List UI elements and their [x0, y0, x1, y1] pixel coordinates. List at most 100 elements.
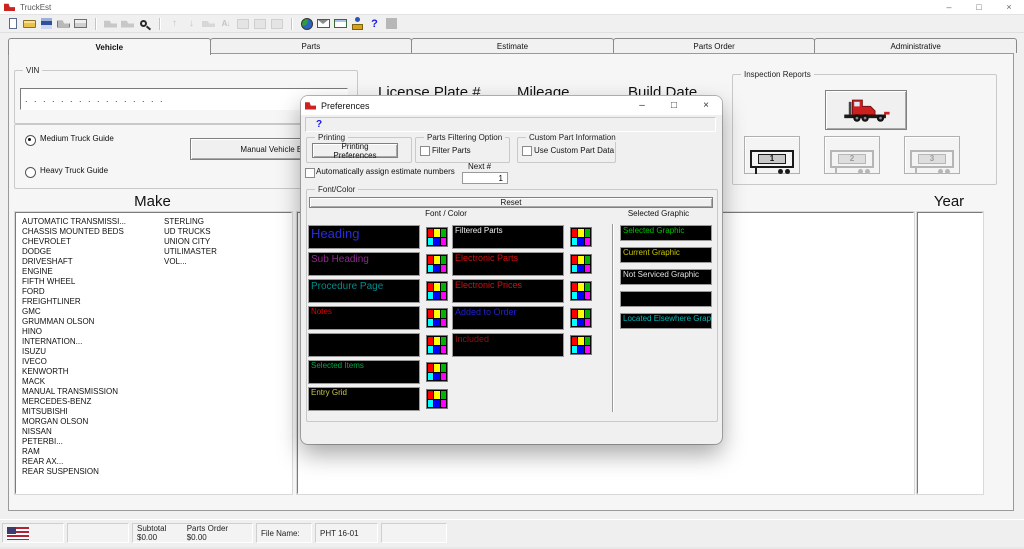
make-item[interactable]: HINO [22, 327, 126, 337]
status-flag-cell [2, 523, 64, 543]
status-bar: Subtotal $0.00 Parts Order $0.00 File Na… [0, 519, 1024, 548]
make-header: Make [15, 193, 290, 210]
app-truck-icon [4, 3, 15, 11]
make-item[interactable]: CHEVROLET [22, 237, 126, 247]
font-color-row: Not Serviced Graphic [620, 269, 712, 285]
tab-vehicle[interactable]: Vehicle [8, 38, 211, 55]
filter-parts-checkbox[interactable] [420, 146, 430, 156]
help-icon[interactable] [366, 16, 383, 31]
color-palette-button[interactable] [426, 362, 448, 382]
make-item[interactable]: FREIGHTLINER [22, 297, 126, 307]
make-item[interactable]: GMC [22, 307, 126, 317]
save-icon[interactable] [38, 16, 55, 31]
make-item[interactable]: KENWORTH [22, 367, 126, 377]
make-item[interactable]: UTILIMASTER [164, 247, 217, 257]
blank-icon[interactable] [383, 16, 400, 31]
color-palette-button[interactable] [426, 227, 448, 247]
truck-print-icon[interactable] [55, 16, 72, 31]
inspection-reports-label: Inspection Reports [741, 70, 814, 79]
tractor-inspection-button[interactable] [825, 90, 907, 130]
make-item[interactable]: FIFTH WHEEL [22, 277, 126, 287]
use-custom-part-data-checkbox[interactable] [522, 146, 532, 156]
minimize-button[interactable]: – [934, 0, 964, 14]
medium-truck-guide-radio[interactable] [25, 135, 36, 146]
make-item[interactable]: MERCEDES-BENZ [22, 397, 126, 407]
make-item[interactable]: GRUMMAN OLSON [22, 317, 126, 327]
dialog-close-button[interactable]: × [690, 96, 722, 115]
trailer-2-inspection-button[interactable]: 2 [824, 136, 880, 174]
color-palette-button[interactable] [570, 335, 592, 355]
make-item[interactable]: UNION CITY [164, 237, 217, 247]
heavy-truck-guide-radio[interactable] [25, 167, 36, 178]
make-item[interactable]: RAM [22, 447, 126, 457]
printing-preferences-button[interactable]: Printing Preferences [312, 143, 398, 158]
print-icon[interactable] [72, 16, 89, 31]
make-item[interactable]: STERLING [164, 217, 217, 227]
help-icon[interactable]: ? [316, 119, 322, 130]
make-item[interactable]: DODGE [22, 247, 126, 257]
color-palette-button[interactable] [426, 389, 448, 409]
dialog-maximize-button[interactable]: □ [658, 96, 690, 115]
make-item[interactable]: VOL... [164, 257, 217, 267]
color-palette-button[interactable] [570, 227, 592, 247]
make-item[interactable]: MACK [22, 377, 126, 387]
trailer-1-inspection-button[interactable]: 1 [744, 136, 800, 174]
dialog-minimize-button[interactable]: – [626, 96, 658, 115]
make-item[interactable]: PETERBI... [22, 437, 126, 447]
make-item[interactable]: ISUZU [22, 347, 126, 357]
color-palette-button[interactable] [426, 308, 448, 328]
font-sample-box [620, 291, 712, 307]
font-color-row: Current Graphic [620, 247, 712, 263]
status-empty-cell-2 [381, 523, 447, 543]
trailer-3-inspection-button[interactable]: 3 [904, 136, 960, 174]
make-item[interactable]: MITSUBISHI [22, 407, 126, 417]
make-item[interactable]: INTERNATION... [22, 337, 126, 347]
make-item[interactable]: CHASSIS MOUNTED BEDS [22, 227, 126, 237]
font-sample-box: Not Serviced Graphic [620, 269, 712, 285]
make-item[interactable]: FORD [22, 287, 126, 297]
zoom-icon[interactable] [136, 16, 153, 31]
color-palette-button[interactable] [570, 254, 592, 274]
maximize-button[interactable]: □ [964, 0, 994, 14]
tab-parts-order[interactable]: Parts Order [613, 38, 816, 53]
color-palette-button[interactable] [426, 254, 448, 274]
make-item[interactable]: IVECO [22, 357, 126, 367]
font-sample-box: Selected Items [308, 360, 420, 384]
make-item[interactable]: MANUAL TRANSMISSION [22, 387, 126, 397]
year-list[interactable] [917, 212, 983, 494]
customer-icon[interactable] [349, 16, 366, 31]
make-item[interactable]: MORGAN OLSON [22, 417, 126, 427]
tab-administrative[interactable]: Administrative [814, 38, 1017, 53]
toolbar-separator [159, 18, 160, 30]
web-icon[interactable] [298, 16, 315, 31]
color-palette-button[interactable] [426, 281, 448, 301]
open-file-icon[interactable] [21, 16, 38, 31]
close-button[interactable]: × [994, 0, 1024, 14]
color-palette-button[interactable] [426, 335, 448, 355]
make-item[interactable]: UD TRUCKS [164, 227, 217, 237]
year-header: Year [917, 193, 981, 210]
new-document-icon[interactable] [4, 16, 21, 31]
font-color-row: Included [452, 333, 592, 357]
email-icon[interactable] [315, 16, 332, 31]
tab-estimate[interactable]: Estimate [411, 38, 614, 53]
next-number-input[interactable] [462, 172, 508, 184]
main-toolbar [0, 15, 1024, 33]
make-item[interactable]: NISSAN [22, 427, 126, 437]
font-sample-box: Filtered Parts [452, 225, 564, 249]
make-item[interactable]: REAR SUSPENSION [22, 467, 126, 477]
trailer-number: 3 [918, 154, 946, 164]
reset-button[interactable]: Reset [309, 197, 713, 208]
auto-assign-estimate-checkbox[interactable] [305, 168, 315, 178]
make-list[interactable]: AUTOMATIC TRANSMISSI...CHASSIS MOUNTED B… [15, 212, 292, 494]
color-palette-button[interactable] [570, 281, 592, 301]
font-sample-box: Procedure Page [308, 279, 420, 303]
make-item[interactable]: REAR AX... [22, 457, 126, 467]
make-item[interactable]: AUTOMATIC TRANSMISSI... [22, 217, 126, 227]
make-item[interactable]: DRIVESHAFT [22, 257, 126, 267]
card-file-icon[interactable] [332, 16, 349, 31]
make-item[interactable]: ENGINE [22, 267, 126, 277]
vin-input[interactable] [20, 88, 348, 110]
color-palette-button[interactable] [570, 308, 592, 328]
tab-parts[interactable]: Parts [210, 38, 413, 53]
